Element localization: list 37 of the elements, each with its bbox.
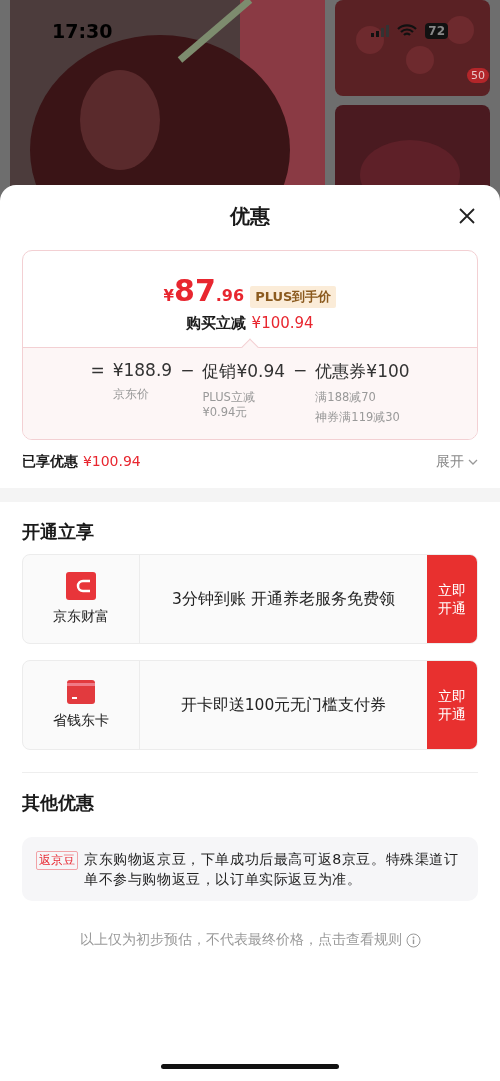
battery-level: 72 <box>425 23 448 39</box>
term-note: 满188减70 <box>315 390 377 405</box>
price-term: 优惠券¥100 <box>315 360 410 383</box>
offer-name: 省钱东卡 <box>53 712 109 730</box>
status-time: 17:30 <box>52 20 113 42</box>
chevron-down-icon <box>468 459 478 465</box>
info-icon[interactable] <box>405 932 421 948</box>
bean-tag: 返京豆 <box>36 851 78 870</box>
term-note: 神券满119减30 <box>315 410 401 425</box>
operator: = <box>90 360 105 382</box>
activate-button[interactable]: 立即开通 <box>427 555 477 643</box>
instant-saving: 购买立减 ¥100.94 <box>186 314 314 333</box>
notice-text: 京东购物返京豆，下单成功后最高可返8京豆。特殊渠道订单不参与购物返豆，以订单实际返豆为准。 <box>84 850 460 889</box>
close-icon[interactable] <box>458 207 476 225</box>
wifi-icon <box>397 24 418 38</box>
section-title: 其他优惠 <box>21 791 95 815</box>
operator: − <box>293 360 308 382</box>
term-note: PLUS立减 <box>202 390 256 405</box>
plus-price-badge: PLUS到手价 <box>250 286 337 308</box>
sheet-title: 优惠 <box>230 202 270 230</box>
offer-text: 开卡即送100元无门槛支付券 <box>179 694 388 716</box>
offer-name: 京东财富 <box>53 608 109 626</box>
signal-icon <box>371 25 390 37</box>
wallet-icon <box>66 572 96 600</box>
expand-toggle[interactable]: 展开 <box>436 453 478 471</box>
rules-link[interactable]: 以上仅为初步预估，不代表最终价格，点击查看规则 <box>79 931 402 949</box>
operator: − <box>180 360 195 382</box>
card-icon <box>67 680 95 704</box>
price-term: ¥188.9 <box>112 360 173 380</box>
activate-button[interactable]: 立即开通 <box>427 661 477 749</box>
offer-text: 3分钟到账 开通养老服务免费领 <box>171 588 396 610</box>
section-title: 开通立享 <box>21 520 95 544</box>
enjoyed-discount: 已享优惠 ¥100.94 <box>22 453 141 471</box>
term-note: ¥0.94元 <box>202 405 249 420</box>
price-term: 促销¥0.94 <box>202 360 286 383</box>
term-note: 京东价 <box>112 387 150 402</box>
final-price: ¥87.96 <box>163 273 245 308</box>
